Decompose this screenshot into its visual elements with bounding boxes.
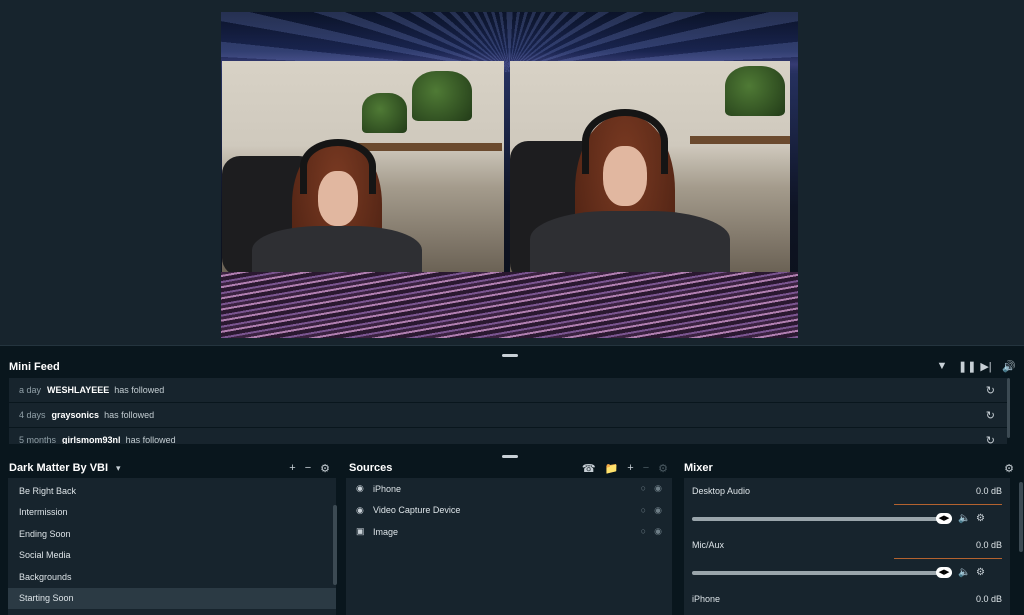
mixer-title: Mixer bbox=[684, 462, 713, 474]
plant bbox=[362, 93, 407, 133]
eye-icon[interactable]: ◉ bbox=[654, 505, 662, 516]
source-name: iPhone bbox=[373, 483, 402, 494]
mini-feed-title: Mini Feed bbox=[9, 361, 60, 373]
scene-collection-name[interactable]: Dark Matter By VBI bbox=[9, 462, 108, 474]
add-source-icon[interactable]: + bbox=[627, 462, 633, 475]
event-action: has followed bbox=[125, 435, 176, 444]
headphones bbox=[300, 139, 376, 194]
eye-icon[interactable]: ◉ bbox=[654, 526, 662, 537]
scene-item[interactable]: Social Media bbox=[8, 545, 336, 567]
image-icon: ▣ bbox=[356, 526, 365, 537]
source-item[interactable]: ◉ Video Capture Device ○ ◉ bbox=[346, 500, 672, 522]
volume-icon[interactable]: 🔊 bbox=[1002, 360, 1016, 373]
mixer-scrollbar[interactable] bbox=[1019, 482, 1023, 552]
lock-icon[interactable]: ○ bbox=[641, 483, 646, 493]
volume-slider[interactable] bbox=[692, 571, 952, 575]
channel-db: 0.0 dB bbox=[975, 486, 1002, 496]
iphone-camera-source[interactable] bbox=[222, 61, 504, 272]
feed-scrollbar[interactable] bbox=[1007, 378, 1010, 438]
event-action: has followed bbox=[104, 410, 155, 420]
scene-list: Be Right Back Intermission Ending Soon S… bbox=[8, 478, 336, 615]
replay-icon[interactable]: ↻ bbox=[986, 384, 995, 397]
mixer-channel: Mic/Aux 0.0 dB ◀▶ 🔈 ⚙ bbox=[684, 532, 1010, 586]
scene-scrollbar[interactable] bbox=[333, 505, 337, 585]
source-item[interactable]: ◉ iPhone ○ ◉ bbox=[346, 478, 672, 500]
gear-icon[interactable]: ⚙ bbox=[658, 462, 668, 475]
source-list: ◉ iPhone ○ ◉ ◉ Video Capture Device ○ ◉ … bbox=[346, 478, 672, 615]
mini-feed: Mini Feed ▼ ❚❚ ▶| 🔊 a day WESHLAYEEE has… bbox=[0, 352, 1024, 448]
scene-item[interactable]: Ending Soon bbox=[8, 523, 336, 545]
channel-name: Mic/Aux bbox=[692, 540, 725, 550]
scenes-dock: Dark Matter By VBI ▾ + − ⚙ Be Right Back… bbox=[0, 455, 340, 615]
feed-list: a day WESHLAYEEE has followed ↻ 4 days g… bbox=[9, 378, 1007, 444]
mixer-channel: iPhone 0.0 dB bbox=[684, 586, 1010, 615]
background-floor bbox=[221, 272, 798, 338]
shelf bbox=[690, 136, 790, 144]
event-user[interactable]: WESHLAYEEE bbox=[47, 385, 109, 395]
chevron-down-icon[interactable]: ▾ bbox=[116, 463, 121, 474]
filter-icon[interactable]: ▼ bbox=[936, 360, 948, 373]
mixer-dock: Mixer ⚙ Desktop Audio 0.0 dB ◀▶ 🔈 ⚙ Mic/… bbox=[678, 455, 1024, 615]
slider-handle[interactable]: ◀▶ bbox=[936, 513, 952, 524]
studio-preview bbox=[0, 0, 1024, 346]
event-action: has followed bbox=[114, 385, 165, 395]
source-item[interactable]: ▣ Image ○ ◉ bbox=[346, 521, 672, 543]
preview-canvas[interactable] bbox=[221, 12, 798, 338]
gear-icon[interactable]: ⚙ bbox=[976, 513, 985, 524]
event-time: a day bbox=[19, 385, 42, 395]
sources-dock: Sources ☎ 📁 + − ⚙ ◉ iPhone ○ ◉ ◉ Video C… bbox=[340, 455, 678, 615]
mixer-channel: Desktop Audio 0.0 dB ◀▶ 🔈 ⚙ bbox=[684, 478, 1010, 532]
volume-meter bbox=[894, 558, 1002, 559]
sources-title: Sources bbox=[349, 462, 393, 474]
channel-db: 0.0 dB bbox=[975, 540, 1002, 550]
pause-icon[interactable]: ❚❚ bbox=[958, 360, 976, 373]
headphones bbox=[582, 109, 668, 174]
gear-icon[interactable]: ⚙ bbox=[976, 567, 985, 578]
gear-icon[interactable]: ⚙ bbox=[1004, 462, 1014, 475]
source-name: Image bbox=[373, 526, 399, 537]
volume-meter bbox=[894, 504, 1002, 505]
skip-icon[interactable]: ▶| bbox=[980, 360, 992, 373]
gear-icon[interactable]: ⚙ bbox=[320, 462, 330, 475]
shelf bbox=[352, 143, 502, 151]
scene-item[interactable]: Backgrounds bbox=[8, 566, 336, 588]
event-time: 5 months bbox=[19, 435, 57, 444]
replay-icon[interactable]: ↻ bbox=[986, 434, 995, 444]
volume-icon[interactable]: 🔈 bbox=[958, 567, 970, 578]
channel-db: 0.0 dB bbox=[975, 594, 1002, 604]
channel-name: Desktop Audio bbox=[692, 486, 751, 496]
lock-icon[interactable]: ○ bbox=[641, 526, 646, 536]
add-folder-icon[interactable]: 📁 bbox=[605, 462, 619, 475]
remove-scene-icon[interactable]: − bbox=[305, 462, 311, 475]
lock-icon[interactable]: ○ bbox=[641, 505, 646, 515]
webcam-icon: ◉ bbox=[356, 504, 364, 515]
scene-item[interactable]: Intermission bbox=[8, 502, 336, 524]
source-name: Video Capture Device bbox=[373, 505, 461, 516]
mixer-list: Desktop Audio 0.0 dB ◀▶ 🔈 ⚙ Mic/Aux 0.0 … bbox=[684, 478, 1010, 615]
remove-source-icon[interactable]: − bbox=[643, 462, 649, 475]
feed-event: a day WESHLAYEEE has followed ↻ bbox=[9, 378, 1007, 402]
event-user[interactable]: girlsmom93nl bbox=[62, 435, 121, 444]
scene-item[interactable]: Be Right Back bbox=[8, 480, 336, 502]
event-user[interactable]: graysonics bbox=[52, 410, 100, 420]
feed-event: 5 months girlsmom93nl has followed ↻ bbox=[9, 428, 1007, 444]
person-body bbox=[252, 226, 422, 272]
add-scene-icon[interactable]: + bbox=[289, 462, 295, 475]
video-capture-source[interactable] bbox=[510, 61, 790, 272]
channel-name: iPhone bbox=[692, 594, 721, 604]
slider-handle[interactable]: ◀▶ bbox=[936, 567, 952, 578]
plant bbox=[725, 66, 785, 116]
replay-icon[interactable]: ↻ bbox=[986, 409, 995, 422]
volume-icon[interactable]: 🔈 bbox=[958, 513, 970, 524]
feed-event: 4 days graysonics has followed ↻ bbox=[9, 403, 1007, 427]
scene-item-active[interactable]: Starting Soon bbox=[8, 587, 336, 609]
volume-slider[interactable] bbox=[692, 517, 952, 521]
webcam-icon: ◉ bbox=[356, 483, 364, 494]
plant bbox=[412, 71, 472, 121]
eye-icon[interactable]: ◉ bbox=[654, 483, 662, 494]
person-body bbox=[530, 211, 730, 272]
event-time: 4 days bbox=[19, 410, 46, 420]
selective-recording-icon[interactable]: ☎ bbox=[582, 462, 596, 475]
